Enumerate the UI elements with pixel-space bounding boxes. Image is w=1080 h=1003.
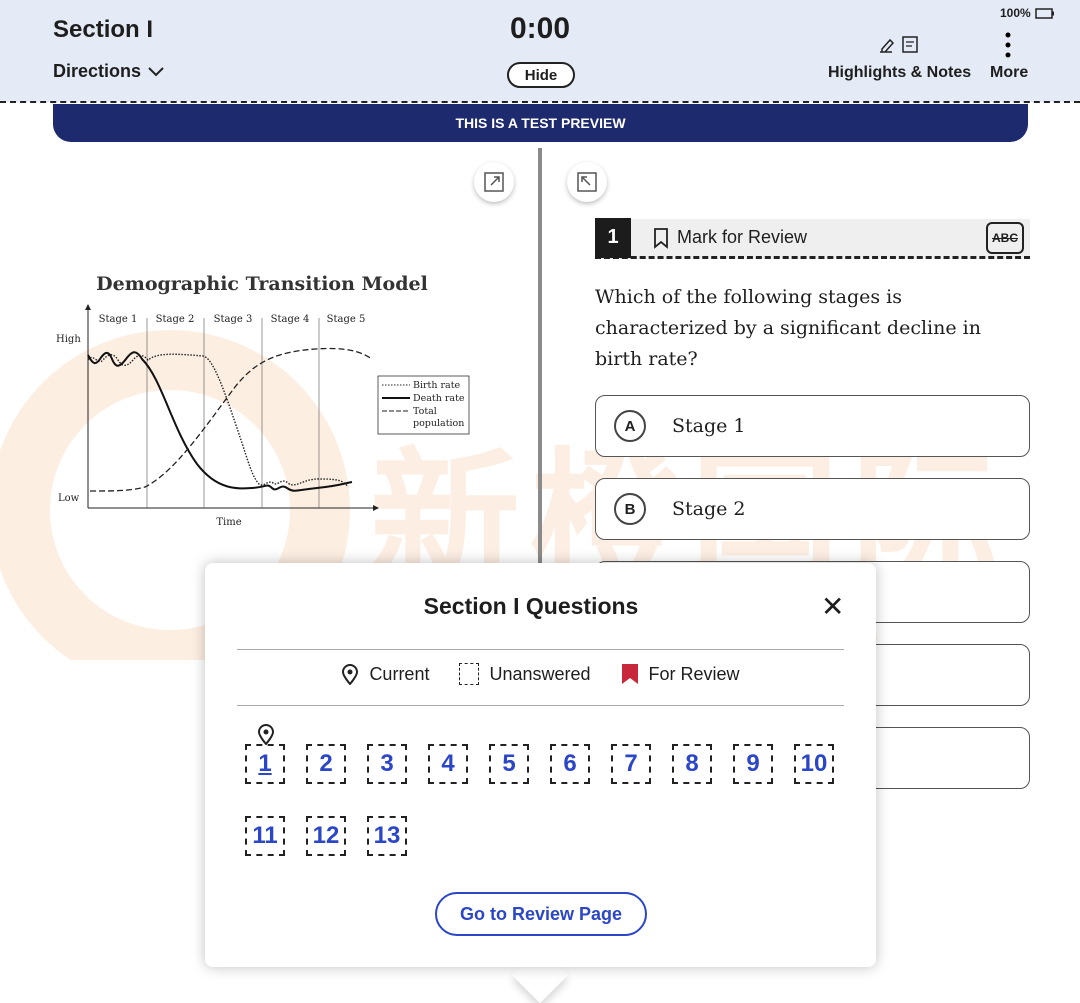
question-nav-12[interactable]: 12 [306,816,346,856]
total-population-line [89,347,373,492]
popup-divider [237,705,844,706]
header-divider [0,101,1080,103]
go-to-review-page-button[interactable]: Go to Review Page [435,892,647,936]
question-nav-13[interactable]: 13 [367,816,407,856]
popup-divider [237,649,844,650]
option-a[interactable]: A Stage 1 [595,395,1030,457]
location-pin-icon [342,664,359,685]
stage-label: Stage 2 [156,314,195,325]
highlight-notes-icon[interactable] [877,35,921,55]
question-header: 1 Mark for Review ABC [595,217,1030,259]
test-preview-banner: THIS IS A TEST PREVIEW [53,104,1028,142]
popup-title: Section I Questions [423,593,639,619]
stage-label: Stage 4 [271,314,310,325]
question-text: Which of the following stages is charact… [595,286,981,370]
chevron-down-icon [148,66,164,76]
option-letter: A [614,410,646,442]
question-nav-8[interactable]: 8 [672,744,712,784]
question-grid: 1 2 3 4 5 6 7 8 9 10 11 12 13 [245,744,845,856]
legend-birth-rate: Birth rate [413,380,461,391]
legend-unanswered: Unanswered [489,663,591,684]
directions-toggle[interactable]: Directions [53,61,165,82]
popup-legend: Current Unanswered For Review [237,663,844,685]
mark-for-review-label: Mark for Review [677,227,808,247]
option-text: Stage 2 [672,498,746,520]
pane-divider[interactable] [538,148,542,568]
demographic-figure: Demographic Transition Model Stage 1 Sta… [56,273,470,528]
question-nav-11[interactable]: 11 [245,816,285,856]
legend-death-rate: Death rate [413,393,465,404]
stage-label: Stage 3 [214,314,253,325]
unanswered-box-icon [459,663,480,685]
question-nav-7[interactable]: 7 [611,744,651,784]
question-nav-3[interactable]: 3 [367,744,407,784]
legend-for-review: For Review [648,663,740,684]
question-nav-5[interactable]: 5 [489,744,529,784]
more-vertical-icon[interactable] [1003,32,1013,58]
y-low-label: Low [58,493,80,504]
option-b[interactable]: B Stage 2 [595,478,1030,540]
question-number: 1 [595,217,631,258]
questions-popup: Section I Questions ✕ Current Unanswered… [205,563,876,967]
option-letter: B [614,493,646,525]
close-icon[interactable]: ✕ [821,593,844,621]
timer: 0:00 [509,12,571,45]
legend-population: population [413,418,464,429]
expand-left-button[interactable] [474,162,514,202]
bookmark-icon [654,227,668,249]
stage-label: Stage 5 [327,314,366,325]
current-location-pin-icon [257,724,275,745]
answer-eliminator-button[interactable]: ABC [986,222,1024,254]
battery-icon [1034,7,1054,19]
review-flag-icon [621,664,638,684]
section-title: Section I [53,16,154,43]
figure-title: Demographic Transition Model [96,273,428,295]
x-axis-label: Time [216,517,241,528]
birth-rate-line [87,353,349,488]
legend-current: Current [369,663,430,684]
question-nav-10[interactable]: 10 [794,744,834,784]
more-button[interactable]: More [990,64,1028,82]
battery-percent: 100% [1000,6,1031,20]
collapse-icon [577,172,597,192]
figure-legend: Birth rate Death rate Total population [377,375,470,435]
question-nav-9[interactable]: 9 [733,744,773,784]
question-nav-1[interactable]: 1 [245,744,285,784]
battery-status: 100% [1000,6,1055,20]
y-high-label: High [56,334,81,345]
hide-timer-button[interactable]: Hide [507,62,575,88]
stage-label: Stage 1 [99,314,138,325]
option-text: Stage 1 [672,415,746,437]
expand-icon [484,172,504,192]
expand-right-button[interactable] [567,162,607,202]
legend-total: Total [413,406,437,417]
question-nav-2[interactable]: 2 [306,744,346,784]
death-rate-line [87,351,353,492]
question-nav-4[interactable]: 4 [428,744,468,784]
directions-label: Directions [53,61,142,81]
highlights-notes-button[interactable]: Highlights & Notes [828,64,971,82]
mark-for-review-button[interactable]: Mark for Review [653,227,807,249]
question-nav-6[interactable]: 6 [550,744,590,784]
